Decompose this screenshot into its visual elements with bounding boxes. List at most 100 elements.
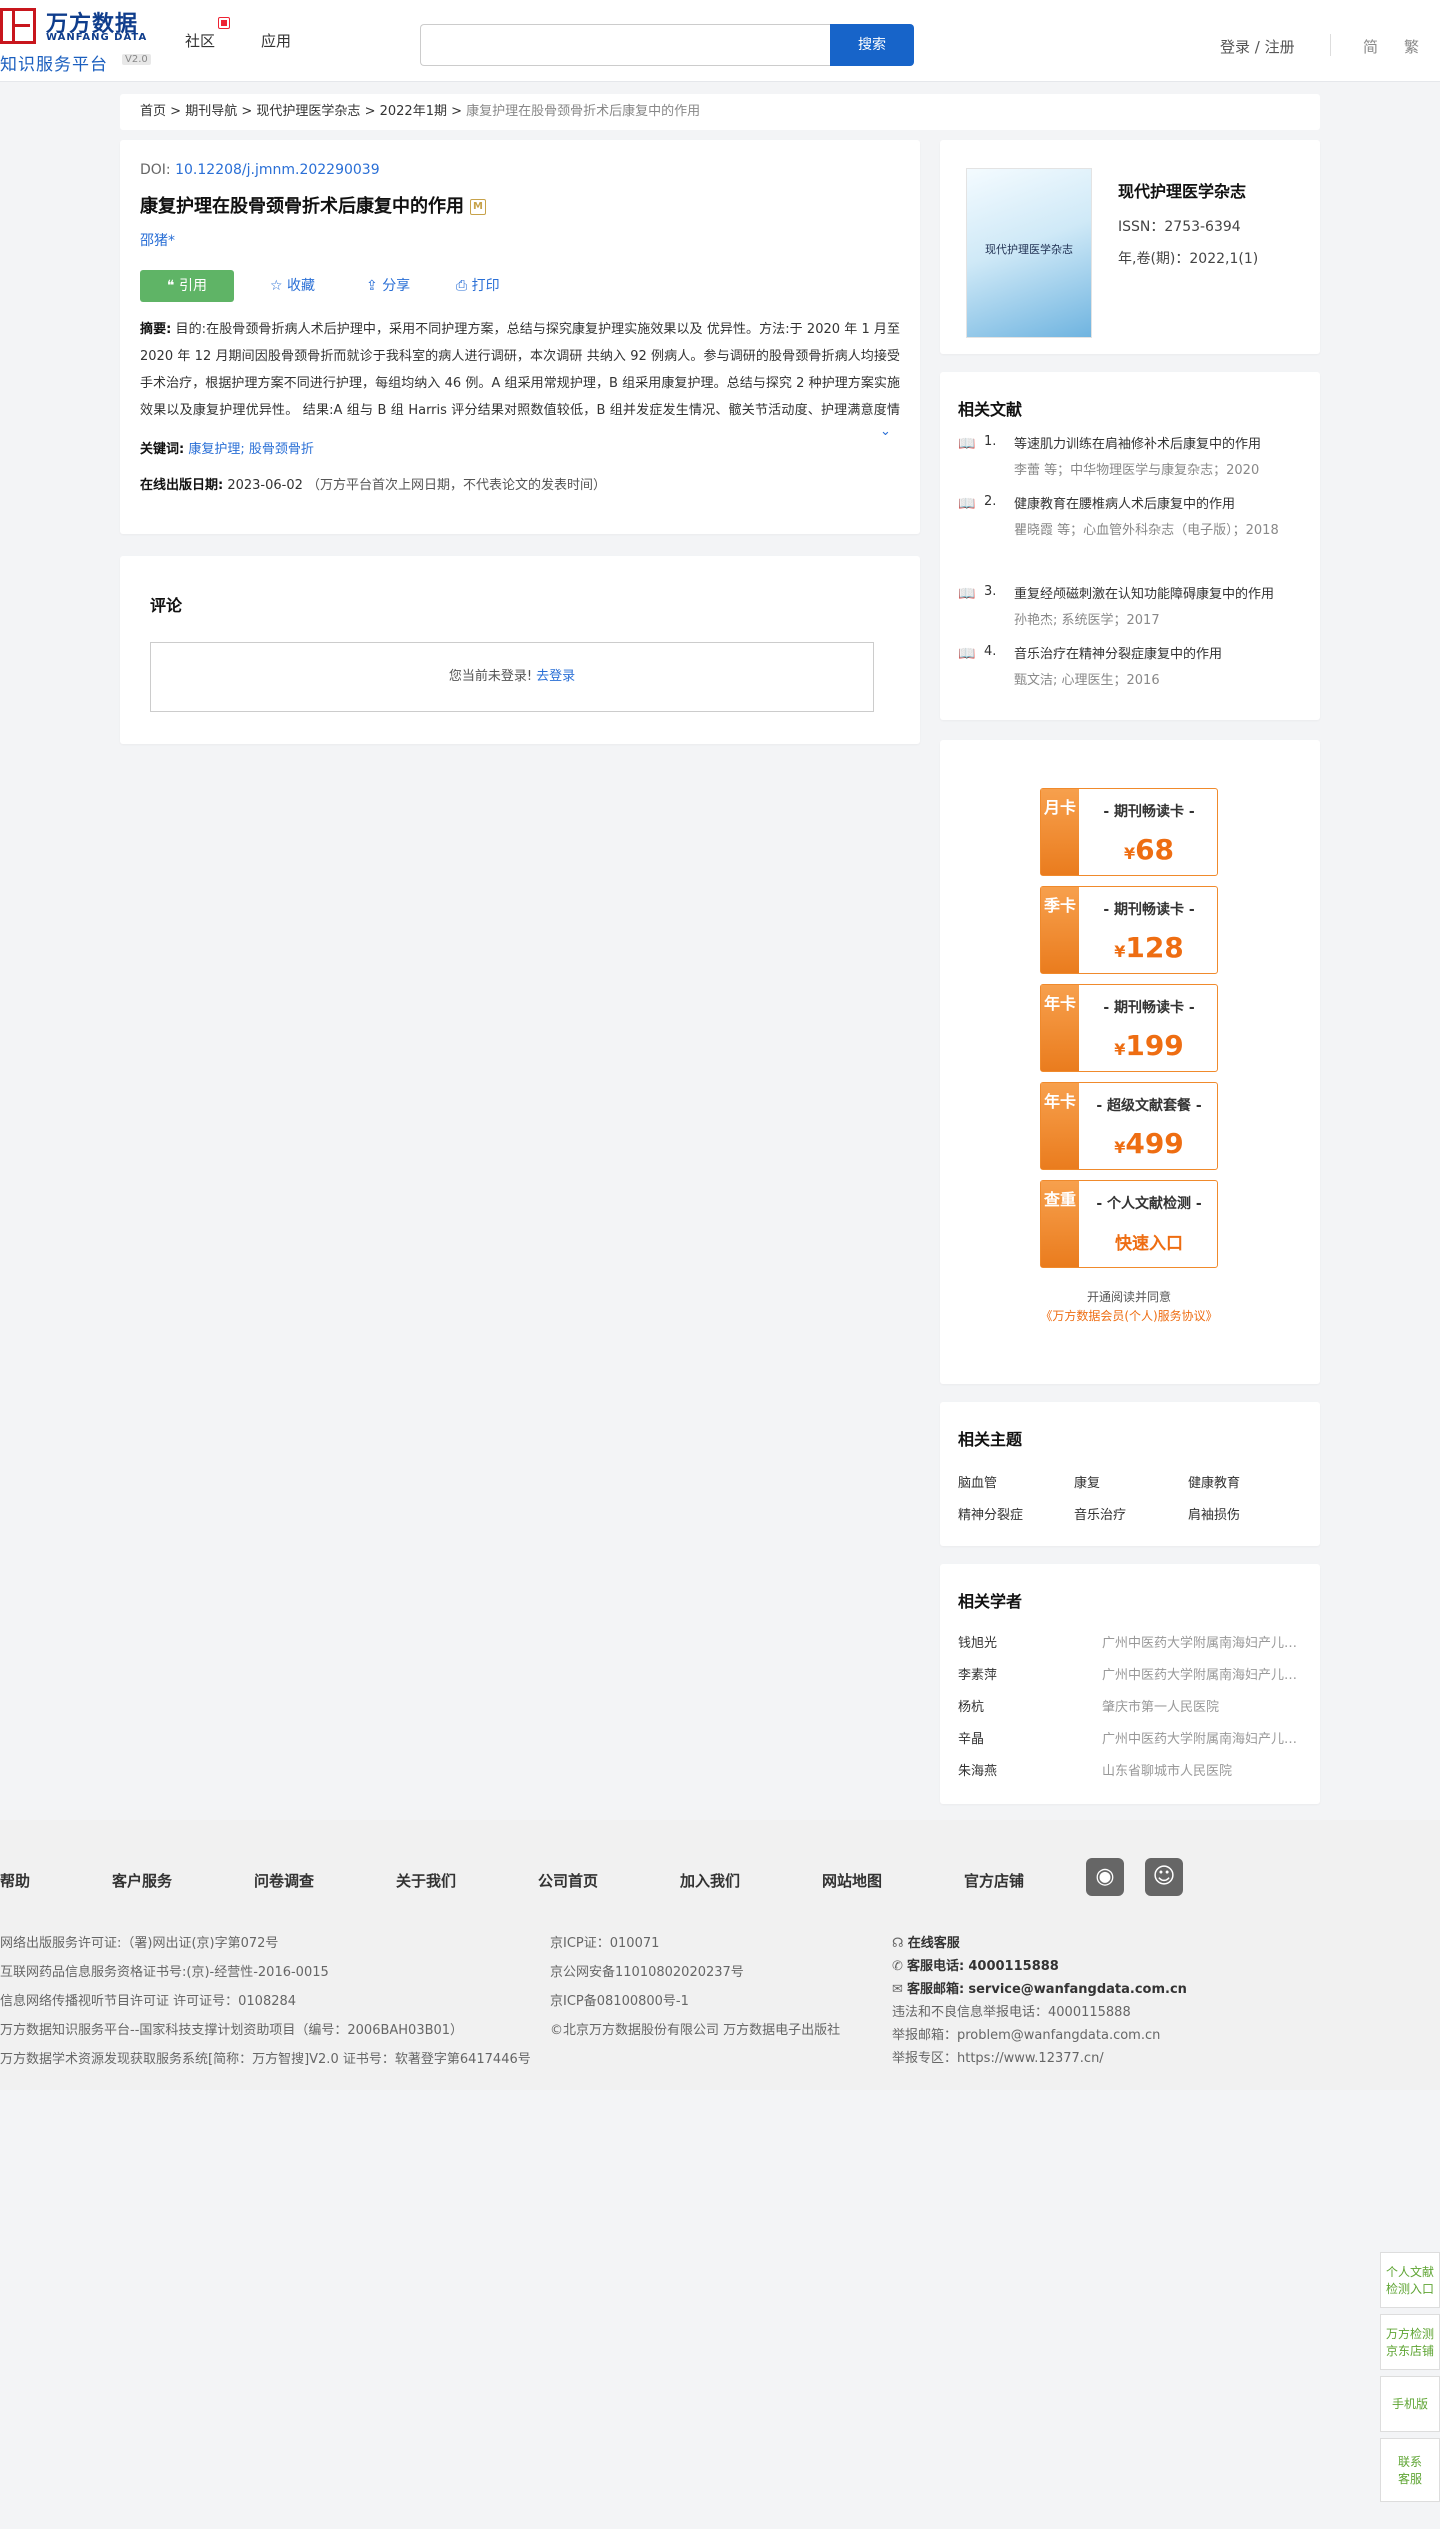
mobile-tag-icon[interactable]: M <box>470 199 486 215</box>
vip-side-label: 查重 <box>1041 1181 1079 1267</box>
scholar-org[interactable]: 广州中医药大学附属南海妇产儿童医院 <box>1102 1632 1302 1651</box>
topic-link[interactable]: 康复 <box>1074 1472 1100 1491</box>
abstract: 摘要: 目的:在股骨颈骨折病人术后护理中，采用不同护理方案，总结与探究康复护理实… <box>140 316 900 424</box>
related-doc-item[interactable]: 📖 3. 重复经颅磁刺激在认知功能障碍康复中的作用 孙艳杰; 系统医学；2017 <box>958 584 1308 644</box>
vip-agreement-link[interactable]: 《万方数据会员(个人)服务协议》 <box>940 1307 1318 1324</box>
cite-button[interactable]: ❝ 引用 <box>140 270 234 302</box>
scholar-org[interactable]: 山东省聊城市人民医院 <box>1102 1760 1302 1779</box>
collect-label: 收藏 <box>287 278 316 294</box>
breadcrumb-sep: > <box>364 104 376 119</box>
footer-icp: 京ICP证：010071 <box>550 1936 660 1951</box>
vip-super-card[interactable]: 年卡 - 超级文献套餐 - ¥499 <box>1040 1082 1218 1170</box>
share-button[interactable]: ⇪ 分享 <box>366 270 410 302</box>
topic-link[interactable]: 健康教育 <box>1188 1472 1240 1491</box>
breadcrumb-journal-nav[interactable]: 期刊导航 <box>185 104 237 119</box>
topic-link[interactable]: 音乐治疗 <box>1074 1504 1126 1523</box>
vip-card-name: - 超级文献套餐 - <box>1096 1098 1202 1114</box>
scholar-name[interactable]: 辛晶 <box>958 1728 984 1747</box>
topics-card: 相关主题 脑血管 康复 健康教育 精神分裂症 音乐治疗 肩袖损伤 <box>940 1402 1320 1546</box>
journal-name[interactable]: 现代护理医学杂志 <box>1118 178 1246 202</box>
vip-side-label: 月卡 <box>1041 789 1079 875</box>
footer-report-email: 举报邮箱：problem@wanfangdata.com.cn <box>892 2028 1161 2043</box>
keyword-links[interactable]: 康复护理; 股骨颈骨折 <box>188 442 314 457</box>
footer-license: 万方数据知识服务平台--国家科技支撑计划资助项目（编号：2006BAH03B01… <box>0 2023 464 2038</box>
phone-label: 客服电话: <box>907 1959 965 1974</box>
footer-online-service[interactable]: ☊ 在线客服 <box>892 1932 960 1951</box>
print-button[interactable]: ⎙ 打印 <box>456 270 500 302</box>
scholar-org[interactable]: 肇庆市第一人民医院 <box>1102 1696 1302 1715</box>
footer-link-service[interactable]: 客户服务 <box>112 1870 172 1891</box>
scholar-name[interactable]: 钱旭光 <box>958 1632 997 1651</box>
footer-report-zone[interactable]: 举报专区：https://www.12377.cn/ <box>892 2047 1104 2066</box>
breadcrumb-journal[interactable]: 现代护理医学杂志 <box>256 104 360 119</box>
related-doc-title[interactable]: 音乐治疗在精神分裂症康复中的作用 <box>1014 644 1314 666</box>
breadcrumb-home[interactable]: 首页 <box>140 104 166 119</box>
collect-button[interactable]: ☆ 收藏 <box>270 270 315 302</box>
pub-note: （万方平台首次上网日期，不代表论文的发表时间） <box>307 478 607 493</box>
vip-month-card[interactable]: 月卡 - 期刊畅读卡 - ¥68 <box>1040 788 1218 876</box>
book-icon: 📖 <box>958 496 976 512</box>
price-value: 128 <box>1125 931 1184 964</box>
cover-title: 现代护理医学杂志 <box>985 243 1073 256</box>
topic-link[interactable]: 肩袖损伤 <box>1188 1504 1240 1523</box>
nav-apps[interactable]: 应用 <box>261 30 291 51</box>
side-personal-check[interactable]: 个人文献 检测入口 <box>1380 2252 1440 2308</box>
weibo-icon[interactable]: ◉ <box>1086 1858 1124 1896</box>
footer-link-about[interactable]: 关于我们 <box>396 1870 456 1891</box>
side-jd-store[interactable]: 万方检测 京东店铺 <box>1380 2314 1440 2370</box>
related-doc-item[interactable]: 📖 1. 等速肌力训练在肩袖修补术后康复中的作用 李蕾 等；中华物理医学与康复杂… <box>958 434 1308 494</box>
footer-link-help[interactable]: 帮助 <box>0 1870 30 1891</box>
article-card: DOI: 10.12208/j.jmnm.202290039 康复护理在股骨颈骨… <box>120 140 920 534</box>
scholar-name[interactable]: 朱海燕 <box>958 1760 997 1779</box>
breadcrumb-issue[interactable]: 2022年1期 <box>380 104 447 119</box>
currency-symbol: ¥ <box>1114 1138 1126 1157</box>
currency-symbol: ¥ <box>1123 844 1136 863</box>
footer-link-join[interactable]: 加入我们 <box>680 1870 740 1891</box>
nav-community[interactable]: 社区 <box>185 30 215 51</box>
footer-link-store[interactable]: 官方店铺 <box>964 1870 1024 1891</box>
vip-year-card[interactable]: 年卡 - 期刊畅读卡 - ¥199 <box>1040 984 1218 1072</box>
price-value: 499 <box>1125 1127 1184 1160</box>
scholar-org[interactable]: 广州中医药大学附属南海妇产儿童医院 <box>1102 1728 1302 1747</box>
vip-card-name: - 个人文献检测 - <box>1096 1196 1202 1212</box>
author-link[interactable]: 邵猪* <box>140 230 175 250</box>
breadcrumb: 首页 > 期刊导航 > 现代护理医学杂志 > 2022年1期 > 康复护理在股骨… <box>120 94 1320 130</box>
vip-side-label: 年卡 <box>1041 1083 1079 1169</box>
journal-volume: 年,卷(期)：2022,1(1) <box>1118 251 1259 267</box>
footer-link-company[interactable]: 公司首页 <box>538 1870 598 1891</box>
lang-traditional[interactable]: 繁 <box>1404 36 1419 57</box>
vip-check-card[interactable]: 查重 - 个人文献检测 - 快速入口 <box>1040 1180 1218 1268</box>
vip-side-label: 年卡 <box>1041 985 1079 1071</box>
related-doc-title[interactable]: 重复经颅磁刺激在认知功能障碍康复中的作用 <box>1014 584 1314 606</box>
topic-link[interactable]: 精神分裂症 <box>958 1504 1023 1523</box>
footer-link-sitemap[interactable]: 网站地图 <box>822 1870 882 1891</box>
wechat-icon[interactable]: ☺ <box>1145 1858 1183 1896</box>
side-mobile[interactable]: 手机版 <box>1380 2376 1440 2432</box>
scholar-name[interactable]: 李素萍 <box>958 1664 997 1683</box>
wanfang-logo-icon[interactable] <box>0 8 36 44</box>
related-doc-item[interactable]: 📖 2. 健康教育在腰椎病人术后康复中的作用 瞿晓霞 等；心血管外科杂志（电子版… <box>958 494 1308 584</box>
vip-quarter-card[interactable]: 季卡 - 期刊畅读卡 - ¥128 <box>1040 886 1218 974</box>
related-doc-title[interactable]: 健康教育在腰椎病人术后康复中的作用 <box>1014 494 1314 516</box>
email-label: 客服邮箱: <box>907 1982 965 1997</box>
side-contact[interactable]: 联系 客服 <box>1380 2438 1440 2502</box>
footer-phone: ✆ 客服电话: 4000115888 <box>892 1955 1059 1974</box>
scholar-name[interactable]: 杨杭 <box>958 1696 984 1715</box>
search-button[interactable]: 搜索 <box>830 24 914 66</box>
topic-link[interactable]: 脑血管 <box>958 1472 997 1491</box>
related-doc-title[interactable]: 等速肌力训练在肩袖修补术后康复中的作用 <box>1014 434 1314 456</box>
related-doc-item[interactable]: 📖 4. 音乐治疗在精神分裂症康复中的作用 甄文洁; 心理医生；2016 <box>958 644 1308 704</box>
breadcrumb-sep: > <box>451 104 463 119</box>
doi-link[interactable]: 10.12208/j.jmnm.202290039 <box>175 162 380 178</box>
search-input[interactable] <box>420 24 830 66</box>
lang-simplified[interactable]: 简 <box>1363 36 1378 57</box>
comment-card: 评论 您当前未登录! 去登录 <box>120 556 920 744</box>
login-register-link[interactable]: 登录 / 注册 <box>1220 36 1295 57</box>
star-icon: ☆ <box>270 278 288 294</box>
logo-version-badge: V2.0 <box>122 54 151 65</box>
scholar-org[interactable]: 广州中医药大学附属南海妇产儿童医院 <box>1102 1664 1302 1683</box>
expand-chevron-icon[interactable]: ⌄ <box>880 424 891 439</box>
footer-link-survey[interactable]: 问卷调查 <box>254 1870 314 1891</box>
comment-login-link[interactable]: 去登录 <box>536 669 575 684</box>
journal-cover[interactable]: 现代护理医学杂志 <box>966 168 1092 338</box>
